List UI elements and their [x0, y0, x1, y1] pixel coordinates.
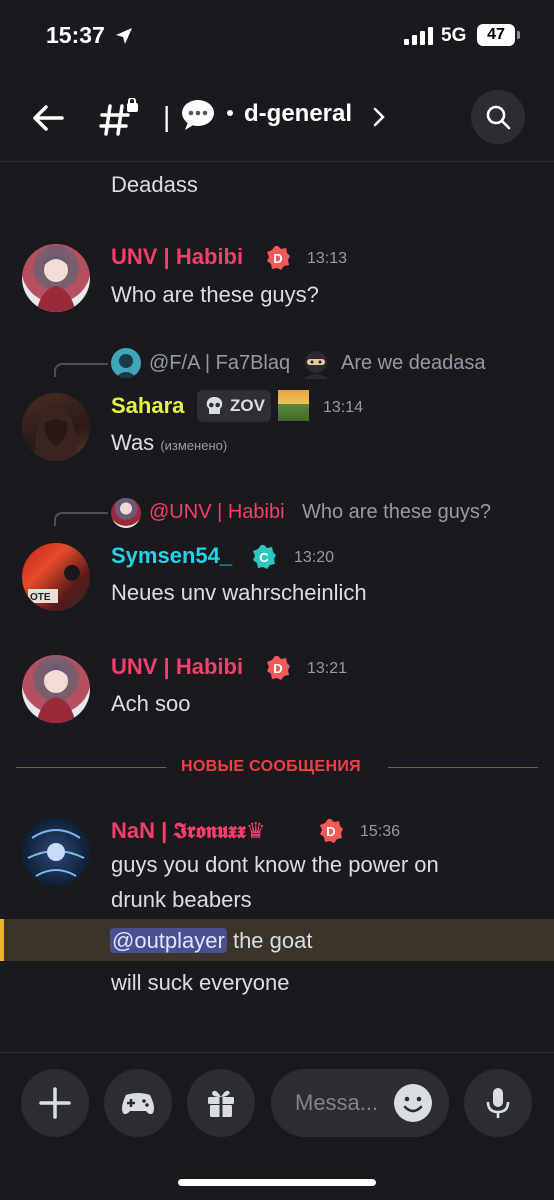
message-body: Was	[111, 430, 155, 455]
message-input-placeholder: Messa...	[295, 1090, 379, 1115]
timestamp: 13:20	[294, 549, 335, 566]
username[interactable]: NaN | 𝕴𝖗𝖔𝖓𝖚𝖝𝖝♛	[111, 818, 266, 844]
status-time: 15:37	[46, 22, 105, 48]
svg-text:C: C	[259, 550, 269, 565]
timestamp: 13:13	[307, 250, 348, 267]
svg-text:D: D	[326, 824, 335, 839]
d-badge-icon: D	[267, 246, 290, 270]
home-indicator[interactable]	[178, 1179, 376, 1186]
message-text: Ach soo	[111, 691, 191, 716]
new-messages-divider-right	[388, 767, 538, 768]
new-messages-label: НОВЫЕ СООБЩЕНИЯ	[181, 758, 361, 775]
message-text: Neues unv wahrscheinlich	[111, 580, 367, 605]
avatar[interactable]	[22, 393, 90, 461]
location-arrow-icon	[116, 28, 132, 44]
svg-text:D: D	[273, 251, 282, 266]
reply-connector	[54, 363, 108, 377]
message-text-line: drunk beabers	[111, 887, 252, 912]
back-arrow-icon[interactable]	[30, 100, 66, 136]
search-button[interactable]	[471, 90, 525, 144]
message-input[interactable]: Messa...	[271, 1069, 449, 1137]
svg-text:OTE: OTE	[30, 592, 51, 603]
message-composer: Messa...	[0, 1052, 554, 1200]
add-attachment-button[interactable]	[21, 1069, 89, 1137]
message-text-line: @outplayer the goat	[110, 928, 312, 954]
message-text-line: will suck everyone	[111, 970, 290, 995]
signal-bars-icon	[404, 27, 433, 45]
username[interactable]: Sahara	[111, 393, 184, 419]
channel-header: | d-general	[0, 78, 554, 162]
message-text: Who are these guys?	[111, 282, 319, 307]
d-badge-icon: D	[320, 819, 343, 843]
search-icon	[486, 105, 511, 130]
reply-avatar	[111, 498, 141, 528]
emoji-icon[interactable]	[393, 1083, 433, 1123]
user-mention[interactable]: @outplayer	[110, 928, 227, 953]
timestamp: 13:14	[323, 399, 364, 416]
header-dot	[227, 110, 233, 116]
message-text-line: guys you dont know the power on	[111, 852, 439, 877]
avatar[interactable]	[22, 655, 90, 723]
thread-hash-icon[interactable]	[98, 98, 140, 138]
ninja-emoji-icon	[304, 351, 328, 379]
gift-button[interactable]	[187, 1069, 255, 1137]
message-text: Deadass	[111, 172, 198, 197]
avatar[interactable]: OTE	[22, 543, 90, 611]
server-tag-text: ZOV	[230, 396, 265, 415]
gamepad-icon	[122, 1093, 154, 1115]
skull-icon	[206, 397, 223, 414]
battery-tip	[517, 31, 520, 39]
battery-icon: 47	[477, 24, 515, 46]
status-bar: 15:37 5G 47	[0, 0, 554, 72]
svg-text:D: D	[273, 661, 282, 676]
username[interactable]: UNV | Habibi	[111, 654, 243, 680]
d-badge-icon: D	[267, 656, 290, 680]
edited-label: (изменено)	[160, 438, 228, 453]
voice-message-button[interactable]	[464, 1069, 532, 1137]
username[interactable]: UNV | Habibi	[111, 244, 243, 270]
username[interactable]: Symsen54_	[111, 543, 232, 569]
reply-text[interactable]: Are we deadasa	[341, 352, 486, 375]
microphone-icon	[486, 1088, 510, 1118]
network-type: 5G	[441, 25, 467, 46]
reply-text[interactable]: Who are these guys?	[302, 501, 491, 524]
reply-avatar	[111, 348, 141, 378]
reply-username[interactable]: @F/A | Fa7Blaq	[149, 352, 290, 374]
channel-title[interactable]: d-general	[244, 100, 352, 128]
guild-icon	[278, 390, 309, 421]
server-tag-badge: ZOV	[197, 390, 271, 422]
avatar[interactable]	[22, 244, 90, 312]
timestamp: 13:21	[307, 660, 348, 677]
mention-rest-text: the goat	[226, 928, 313, 953]
c-badge-icon: C	[253, 545, 276, 569]
reply-username[interactable]: @UNV | Habibi	[149, 501, 285, 524]
chevron-right-icon[interactable]	[372, 106, 386, 128]
activities-button[interactable]	[104, 1069, 172, 1137]
message-text: Was (изменено)	[111, 430, 227, 456]
new-messages-divider-left	[16, 767, 166, 768]
avatar[interactable]	[22, 818, 90, 886]
reply-connector	[54, 512, 108, 526]
gift-icon	[208, 1090, 234, 1117]
plus-icon	[39, 1087, 71, 1119]
timestamp: 15:36	[360, 823, 401, 840]
speech-bubble-icon	[182, 100, 214, 130]
header-separator: |	[163, 101, 171, 132]
